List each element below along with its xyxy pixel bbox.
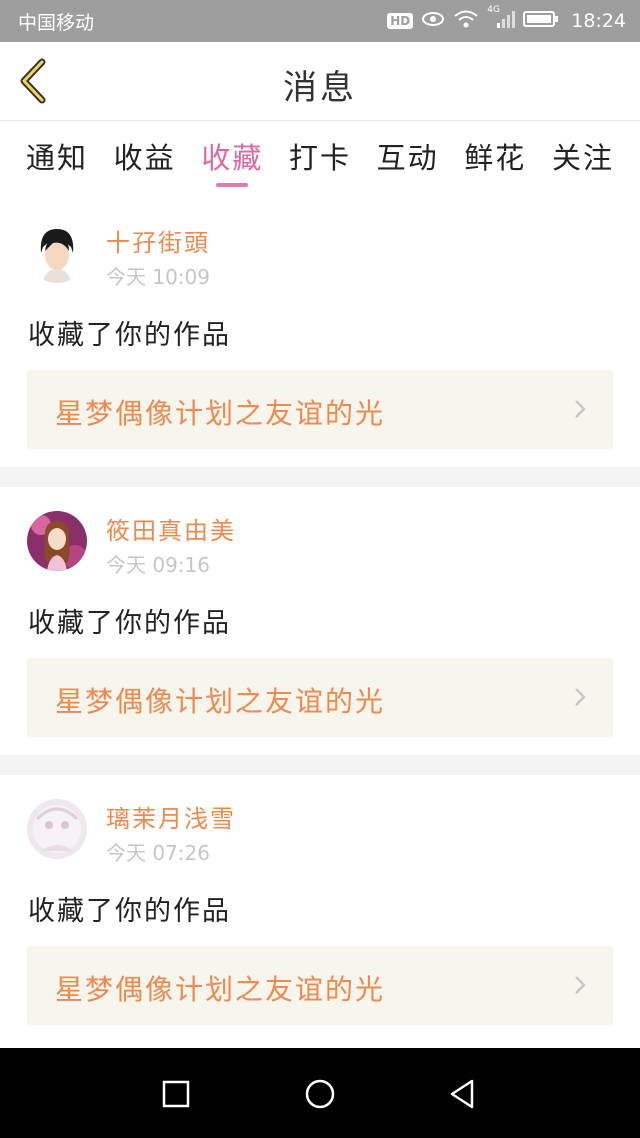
triangle-back-icon[interactable] [444, 1076, 480, 1112]
eye-icon [421, 11, 445, 31]
message-time: 今天 10:09 [106, 265, 210, 289]
work-title: 星梦偶像计划之友谊的光 [55, 973, 386, 1006]
avatar[interactable] [27, 799, 87, 859]
status-bar: 中国移动 HD 4G 18:24 [0, 0, 640, 42]
work-title: 星梦偶像计划之友谊的光 [55, 685, 386, 718]
category-tabs: 通知 收益 收藏 打卡 互动 鲜花 关注 [0, 121, 640, 191]
chevron-right-icon [575, 688, 586, 706]
tab-following[interactable]: 关注 [552, 121, 614, 191]
card-divider [0, 467, 640, 487]
message-card: 筱田真由美 今天 09:16 收藏了你的作品 星梦偶像计划之友谊的光 [0, 487, 640, 755]
user-name[interactable]: 璃茉月浅雪 [106, 799, 236, 834]
tab-notifications[interactable]: 通知 [26, 121, 88, 191]
user-name[interactable]: 筱田真由美 [106, 511, 236, 546]
clock: 18:24 [571, 10, 626, 32]
tab-flowers[interactable]: 鲜花 [464, 121, 526, 191]
page-title: 消息 [283, 68, 357, 108]
tab-favorites[interactable]: 收藏 [201, 121, 263, 191]
status-icons: HD 4G 18:24 [387, 5, 626, 34]
wifi-icon [453, 9, 479, 33]
tab-checkin[interactable]: 打卡 [289, 121, 351, 191]
work-title: 星梦偶像计划之友谊的光 [55, 397, 386, 430]
card-divider [0, 755, 640, 775]
chevron-right-icon [575, 400, 586, 418]
user-name[interactable]: 十孖街頭 [106, 223, 210, 258]
app-header: 消息 [0, 42, 640, 121]
square-icon[interactable] [158, 1076, 194, 1112]
tab-earnings[interactable]: 收益 [114, 121, 176, 191]
action-text: 收藏了你的作品 [28, 320, 231, 351]
avatar[interactable] [27, 223, 87, 283]
cellular-signal-icon: 4G [487, 5, 516, 33]
battery-icon [523, 10, 559, 32]
work-link[interactable]: 星梦偶像计划之友谊的光 [27, 370, 613, 449]
tab-interactions[interactable]: 互动 [377, 121, 439, 191]
work-link[interactable]: 星梦偶像计划之友谊的光 [27, 658, 613, 737]
avatar[interactable] [27, 511, 87, 571]
hd-badge: HD [387, 13, 414, 29]
message-list: 十孖街頭 今天 10:09 收藏了你的作品 星梦偶像计划之友谊的光 筱田真由美 … [0, 199, 640, 1043]
work-link[interactable]: 星梦偶像计划之友谊的光 [27, 946, 613, 1025]
message-time: 今天 09:16 [106, 553, 210, 577]
circle-icon[interactable] [302, 1076, 338, 1112]
message-card: 十孖街頭 今天 10:09 收藏了你的作品 星梦偶像计划之友谊的光 [0, 199, 640, 467]
message-time: 今天 07:26 [106, 841, 210, 865]
chevron-right-icon [575, 976, 586, 994]
action-text: 收藏了你的作品 [28, 608, 231, 639]
message-card: 璃茉月浅雪 今天 07:26 收藏了你的作品 星梦偶像计划之友谊的光 [0, 775, 640, 1043]
system-nav-bar [0, 1048, 640, 1138]
action-text: 收藏了你的作品 [28, 896, 231, 927]
network-type-label: 4G [487, 5, 500, 15]
carrier-name: 中国移动 [18, 12, 95, 34]
